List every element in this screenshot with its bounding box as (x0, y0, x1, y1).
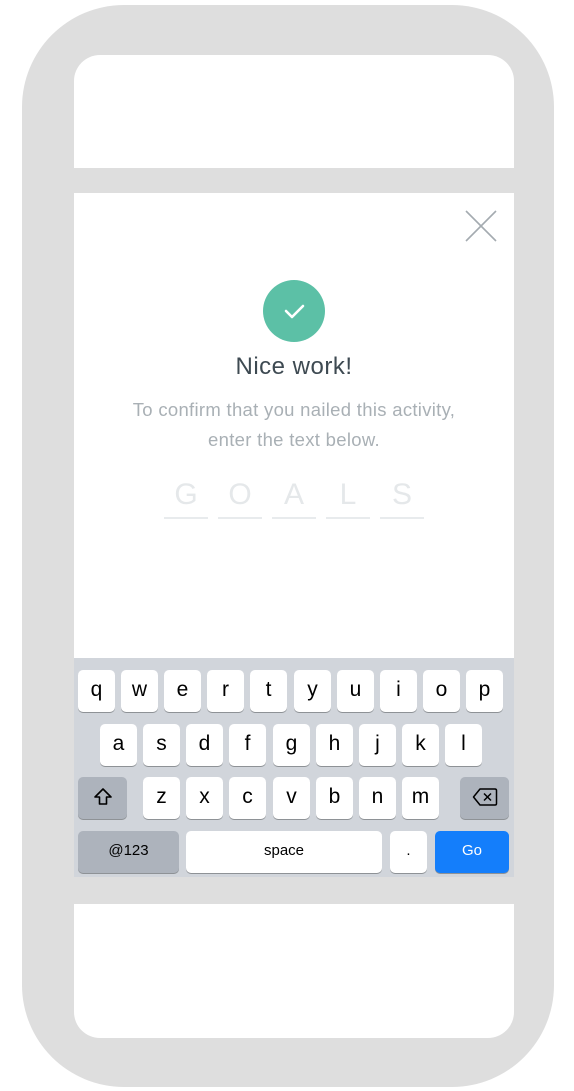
code-letter-slot[interactable]: A (272, 475, 316, 519)
shift-icon (93, 788, 112, 806)
backspace-key[interactable] (460, 777, 509, 819)
confirmation-modal: Nice work! To confirm that you nailed th… (74, 193, 514, 877)
screen-top-area (74, 55, 514, 168)
numbers-key[interactable]: @123 (78, 831, 179, 873)
key-i[interactable]: i (380, 670, 417, 712)
key-f[interactable]: f (229, 724, 266, 766)
key-m[interactable]: m (402, 777, 439, 819)
key-h[interactable]: h (316, 724, 353, 766)
code-letter-slot[interactable]: S (380, 475, 424, 519)
key-g[interactable]: g (273, 724, 310, 766)
period-key[interactable]: . (390, 831, 427, 873)
screen-bottom-area (74, 904, 514, 1038)
close-icon (465, 210, 497, 242)
onscreen-keyboard: q w e r t y u i o p a s d f g h j k l z … (74, 658, 514, 877)
key-o[interactable]: o (423, 670, 460, 712)
key-v[interactable]: v (273, 777, 310, 819)
key-p[interactable]: p (466, 670, 503, 712)
key-w[interactable]: w (121, 670, 158, 712)
check-icon (284, 304, 305, 319)
space-key[interactable]: space (186, 831, 382, 873)
key-u[interactable]: u (337, 670, 374, 712)
key-c[interactable]: c (229, 777, 266, 819)
go-key[interactable]: Go (435, 831, 509, 873)
key-n[interactable]: n (359, 777, 396, 819)
modal-subtitle: To confirm that you nailed this activity… (132, 399, 456, 450)
key-s[interactable]: s (143, 724, 180, 766)
close-button[interactable] (464, 209, 498, 243)
key-b[interactable]: b (316, 777, 353, 819)
key-z[interactable]: z (143, 777, 180, 819)
key-a[interactable]: a (100, 724, 137, 766)
success-badge (263, 280, 325, 342)
shift-key[interactable] (78, 777, 127, 819)
key-y[interactable]: y (294, 670, 331, 712)
modal-title: Nice work! (235, 353, 353, 380)
key-k[interactable]: k (402, 724, 439, 766)
key-d[interactable]: d (186, 724, 223, 766)
key-t[interactable]: t (250, 670, 287, 712)
key-e[interactable]: e (164, 670, 201, 712)
key-x[interactable]: x (186, 777, 223, 819)
code-letter-slot[interactable]: O (218, 475, 262, 519)
backspace-icon (472, 788, 497, 807)
code-letter-slot[interactable]: L (326, 475, 370, 519)
key-l[interactable]: l (445, 724, 482, 766)
key-j[interactable]: j (359, 724, 396, 766)
key-r[interactable]: r (207, 670, 244, 712)
code-input[interactable]: G O A L S (164, 475, 424, 519)
code-letter-slot[interactable]: G (164, 475, 208, 519)
key-q[interactable]: q (78, 670, 115, 712)
